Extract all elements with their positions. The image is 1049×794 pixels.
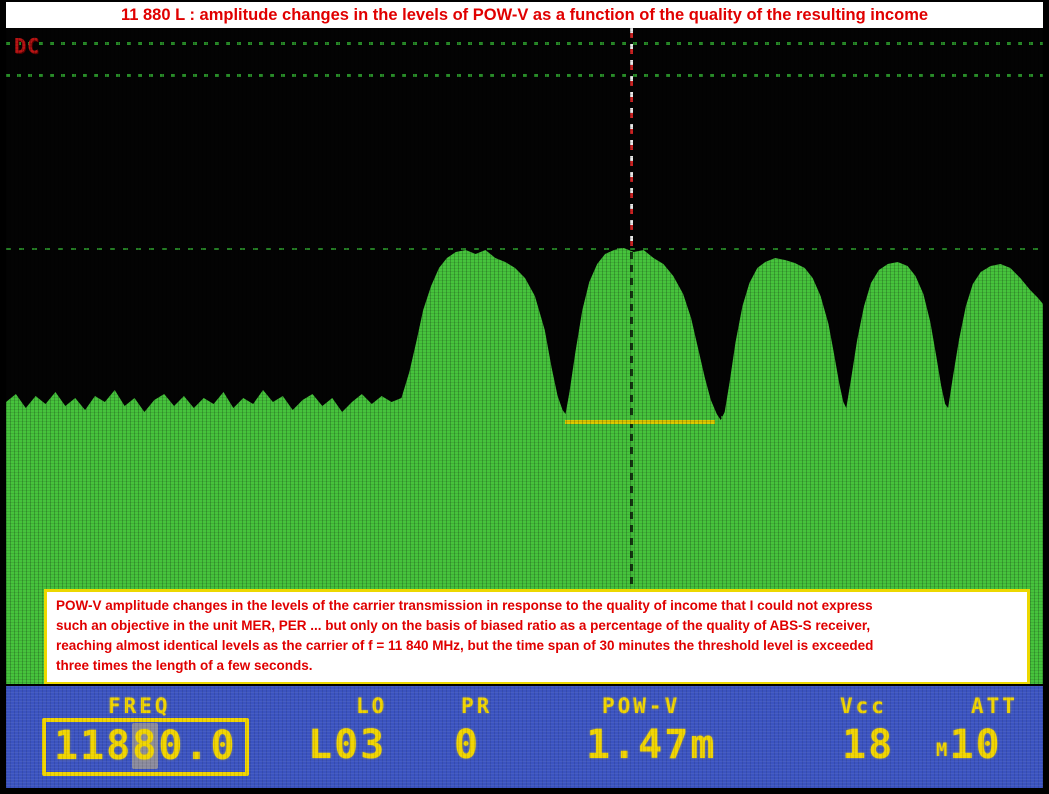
lo-label: LO — [356, 694, 387, 718]
annotation-line: three times the length of a few seconds. — [56, 656, 1018, 676]
center-frequency-marker-line — [630, 28, 633, 252]
frequency-cursor-digit: 8 — [132, 723, 158, 769]
title-banner: 11 880 L : amplitude changes in the leve… — [6, 2, 1043, 28]
att-prefix: M — [936, 739, 947, 761]
vcc-label: Vcc — [840, 694, 887, 718]
frequency-digits: 0.0 — [158, 723, 236, 769]
spectrum-display: DC POW-V amplitude changes in the levels… — [6, 28, 1043, 684]
att-number: 10 — [949, 722, 1001, 768]
annotation-line: reaching almost identical levels as the … — [56, 636, 1018, 656]
page-title: 11 880 L : amplitude changes in the leve… — [121, 6, 928, 25]
crt-screen: 11 880 L : amplitude changes in the leve… — [0, 0, 1049, 794]
pr-value: 0 — [454, 722, 480, 768]
powv-value: 1.47m — [586, 722, 716, 768]
att-value: M10 — [936, 722, 1002, 768]
annotation-line: POW-V amplitude changes in the levels of… — [56, 596, 1018, 616]
lo-value: L03 — [308, 722, 386, 768]
vcc-value: 18 — [842, 722, 894, 768]
dc-indicator: DC — [14, 34, 40, 58]
spectrum-trace — [6, 28, 1043, 684]
status-bar: FREQ LO PR POW-V Vcc ATT 11880.0 L03 0 1… — [6, 686, 1043, 788]
freq-label: FREQ — [108, 694, 171, 718]
annotation-line: such an objective in the unit MER, PER .… — [56, 616, 1018, 636]
powv-label: POW-V — [602, 694, 680, 718]
frequency-digits: 118 — [54, 723, 132, 769]
pr-label: PR — [461, 694, 492, 718]
annotation-box: POW-V amplitude changes in the levels of… — [44, 589, 1030, 684]
att-label: ATT — [971, 694, 1018, 718]
level-marker-line — [565, 420, 715, 424]
frequency-readout: 11880.0 — [42, 718, 249, 776]
